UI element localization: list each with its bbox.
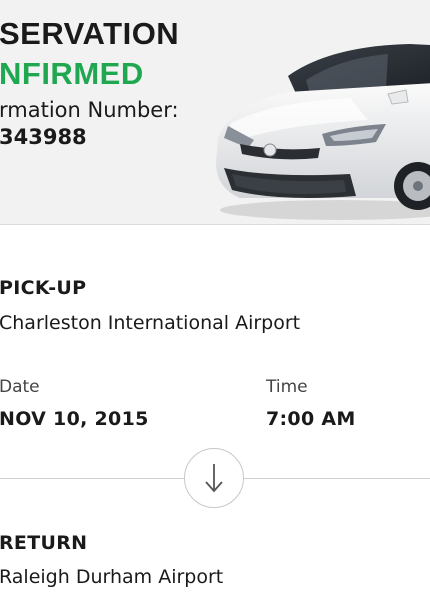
reservation-status-title: SERVATION (0, 16, 180, 51)
car-image (216, 44, 430, 220)
pickup-time-value: 7:00 AM (266, 408, 356, 430)
confirmation-number: 343988 (0, 125, 87, 149)
pickup-location: Charleston International Airport (0, 312, 301, 334)
pickup-heading: PICK-UP (0, 277, 87, 299)
confirmed-status: NFIRMED (0, 56, 144, 91)
pickup-date-value: NOV 10, 2015 (0, 408, 149, 430)
pickup-date-label: Date (0, 377, 40, 397)
expand-return-button[interactable] (184, 448, 244, 508)
pickup-time-label: Time (266, 377, 308, 397)
return-location: Raleigh Durham Airport (0, 566, 224, 588)
confirmation-number-label: rmation Number: (0, 98, 179, 122)
reservation-header: SERVATION NFIRMED rmation Number: 343988 (0, 0, 430, 225)
return-heading: RETURN (0, 532, 88, 554)
arrow-down-icon (205, 464, 223, 493)
